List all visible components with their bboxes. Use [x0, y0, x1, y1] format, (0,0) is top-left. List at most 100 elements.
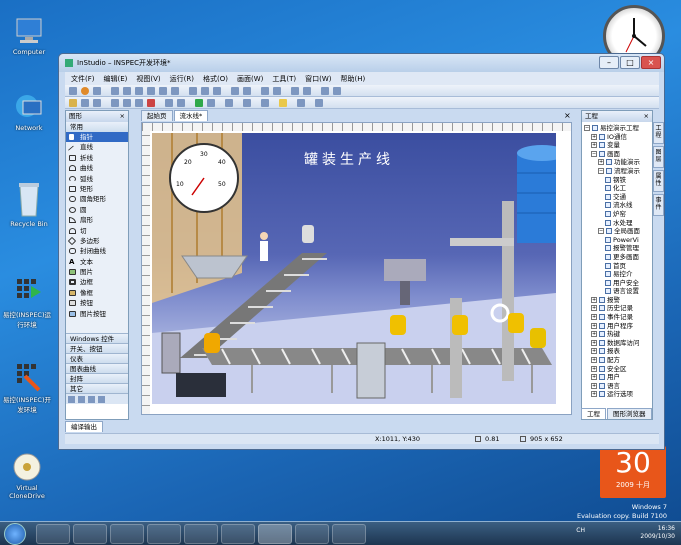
menu-screen[interactable]: 画面(W)	[237, 74, 263, 84]
tree-item[interactable]: 钢铁	[584, 176, 640, 185]
shapes-section-common[interactable]: 常用	[66, 122, 128, 132]
shape-pointer[interactable]: 指针	[66, 132, 128, 143]
taskbar-folder-icon[interactable]	[332, 524, 366, 544]
tree-item[interactable]: + 用户	[584, 373, 640, 382]
paste-icon[interactable]	[135, 99, 143, 107]
tree-item[interactable]: + 事件记录	[584, 313, 640, 322]
shape-image-button[interactable]: 图片按钮	[66, 309, 128, 319]
align-center-icon[interactable]	[123, 87, 131, 95]
window-titlebar[interactable]: InStudio – INSPEC开发环境*	[59, 54, 664, 72]
vspace-icon[interactable]	[243, 87, 251, 95]
expand-toggle-icon[interactable]: −	[598, 167, 604, 174]
shape-polygon[interactable]: 多边形	[66, 236, 128, 246]
zoom-icon[interactable]	[243, 99, 251, 107]
delete-icon[interactable]	[147, 99, 155, 107]
view-tab-icon-1[interactable]	[68, 396, 75, 403]
tray-time[interactable]: 16:36	[640, 525, 675, 533]
shape-rounded-rect[interactable]: 圆角矩形	[66, 194, 128, 204]
shape-rectangle[interactable]: 矩形	[66, 184, 128, 194]
expand-toggle-icon[interactable]: +	[591, 314, 597, 321]
taskbar-explorer-icon[interactable]	[73, 524, 107, 544]
tree-item[interactable]: + IO通信	[584, 133, 640, 142]
maximize-button[interactable]: □	[620, 56, 640, 69]
play-icon[interactable]	[195, 99, 203, 107]
menu-help[interactable]: 帮助(H)	[341, 74, 366, 84]
expand-toggle-icon[interactable]: +	[591, 331, 597, 338]
tree-item[interactable]: 更多画面	[584, 253, 640, 262]
category-arrays[interactable]: 封阵	[66, 373, 128, 383]
shape-frame[interactable]: 像框	[66, 288, 128, 298]
expand-toggle-icon[interactable]: −	[598, 228, 604, 235]
menu-window[interactable]: 窗口(W)	[305, 74, 331, 84]
menu-edit[interactable]: 编辑(E)	[104, 74, 128, 84]
menu-format[interactable]: 格式(O)	[203, 74, 228, 84]
tree-item[interactable]: 报警管理	[584, 244, 640, 253]
menu-tools[interactable]: 工具(T)	[272, 74, 296, 84]
hspace-icon[interactable]	[231, 87, 239, 95]
shape-polyline[interactable]: 折线	[66, 153, 128, 163]
expand-toggle-icon[interactable]: +	[598, 159, 604, 166]
panel-close-icon[interactable]: ×	[644, 111, 649, 122]
menu-file[interactable]: 文件(F)	[71, 74, 95, 84]
desktop-icon-inspec-dev[interactable]: 易控(INSPEC)开发环境	[0, 362, 54, 414]
category-charts-curves[interactable]: 图表曲线	[66, 363, 128, 373]
expand-toggle-icon[interactable]: +	[591, 305, 597, 312]
expand-toggle-icon[interactable]: +	[591, 348, 597, 355]
taskbar-help-icon[interactable]	[221, 524, 255, 544]
same-height-icon[interactable]	[201, 87, 209, 95]
tab-start-page[interactable]: 起始页	[141, 110, 173, 121]
expand-toggle-icon[interactable]: +	[591, 374, 597, 381]
view-tab-icon-4[interactable]	[98, 396, 105, 403]
same-width-icon[interactable]	[189, 87, 197, 95]
front-icon[interactable]	[291, 87, 299, 95]
tree-item[interactable]: + 运行选项	[584, 390, 640, 399]
expand-toggle-icon[interactable]: +	[591, 133, 597, 140]
expand-toggle-icon[interactable]: +	[591, 357, 597, 364]
tree-item[interactable]: + 历史记录	[584, 304, 640, 313]
start-button[interactable]	[4, 523, 26, 545]
shape-text[interactable]: A 文本	[66, 257, 128, 267]
category-windows-controls[interactable]: Windows 控件	[66, 333, 128, 343]
language-indicator[interactable]: CH	[576, 527, 585, 535]
expand-toggle-icon[interactable]: −	[584, 125, 590, 131]
tab-pipeline[interactable]: 流水线*	[173, 110, 209, 121]
taskbar-inspec-run-icon[interactable]	[295, 524, 329, 544]
tree-item[interactable]: − 全局画面	[584, 227, 640, 236]
back-icon[interactable]	[303, 87, 311, 95]
tree-item[interactable]: + 安全区	[584, 365, 640, 374]
open-icon[interactable]	[69, 99, 77, 107]
tree-item[interactable]: + 热键	[584, 330, 640, 339]
redo-icon[interactable]	[93, 87, 101, 95]
shape-line[interactable]: 直线	[66, 142, 128, 155]
save-all-icon[interactable]	[93, 99, 101, 107]
side-tab-events[interactable]: 事件	[653, 194, 664, 216]
category-other[interactable]: 其它	[66, 383, 128, 393]
shape-sector[interactable]: 扇形	[66, 215, 128, 225]
design-canvas[interactable]: 罐装生产线 10 20 30 40 50	[141, 122, 572, 415]
tree-item[interactable]: 语言设置	[584, 287, 640, 296]
tree-item[interactable]: 易控介	[584, 270, 640, 279]
copy-icon[interactable]	[123, 99, 131, 107]
tree-item[interactable]: − 易控演示工程	[584, 124, 640, 133]
view-tab-icon-3[interactable]	[88, 396, 95, 403]
expand-toggle-icon[interactable]: +	[591, 365, 597, 372]
close-button[interactable]: ×	[641, 56, 661, 69]
expand-toggle-icon[interactable]: +	[591, 296, 597, 303]
shape-border[interactable]: 边框	[66, 277, 128, 287]
side-tab-project[interactable]: 工程	[653, 122, 664, 144]
view-tab-icon-2[interactable]	[78, 396, 85, 403]
grid-icon[interactable]	[261, 99, 269, 107]
redo2-icon[interactable]	[177, 99, 185, 107]
tree-item[interactable]: 炉窑	[584, 210, 640, 219]
tree-item[interactable]: 化工	[584, 184, 640, 193]
save-icon[interactable]	[81, 99, 89, 107]
expand-toggle-icon[interactable]: −	[591, 150, 597, 157]
taskbar-ie-icon[interactable]	[36, 524, 70, 544]
line-color-icon[interactable]	[297, 99, 305, 107]
shape-button[interactable]: 按钮	[66, 298, 128, 308]
tree-item[interactable]: + 用户程序	[584, 322, 640, 331]
compile-icon[interactable]	[225, 99, 233, 107]
panel-close-icon[interactable]: ×	[120, 111, 125, 122]
align-left-icon[interactable]	[111, 87, 119, 95]
production-line-scene[interactable]: 罐装生产线 10 20 30 40 50	[152, 133, 556, 404]
